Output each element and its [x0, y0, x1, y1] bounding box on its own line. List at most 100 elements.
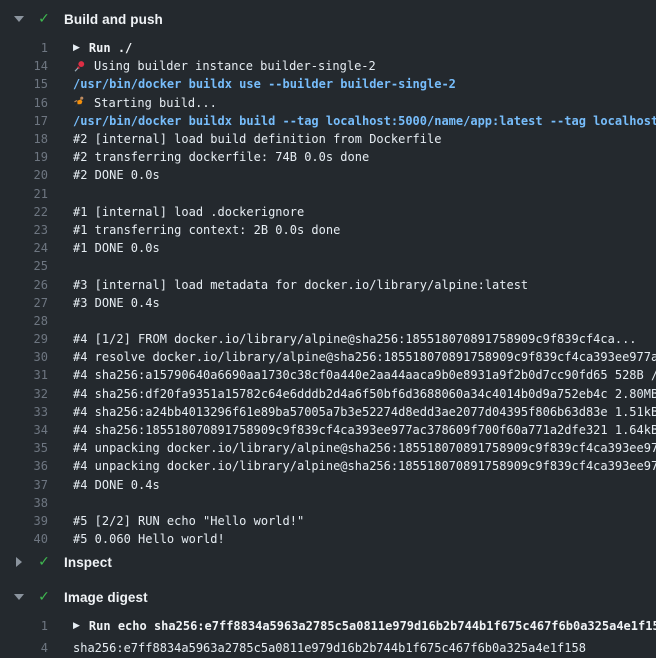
- line-number[interactable]: 4: [0, 641, 48, 655]
- line-text: #1 [internal] load .dockerignore: [73, 205, 304, 219]
- line-text-value: #2 DONE 0.0s: [73, 168, 160, 182]
- check-icon: ✓: [36, 589, 52, 605]
- line-number[interactable]: 27: [0, 296, 48, 310]
- line-text-value: #1 [internal] load .dockerignore: [73, 205, 304, 219]
- log-line: 4sha256:e7ff8834a5963a2785c5a0811e979d16…: [0, 637, 656, 658]
- section-build-and-push: ✓ Build and push 1 ▶ Run ./ 14 Using builder…: [0, 0, 656, 548]
- chevron-down-icon[interactable]: [13, 13, 25, 25]
- line-text-value: #4 [1/2] FROM docker.io/library/alpine@s…: [73, 332, 637, 346]
- log-line: 26#3 [internal] load metadata for docker…: [0, 275, 656, 293]
- line-text-value: #4 resolve docker.io/library/alpine@sha2…: [73, 350, 656, 364]
- line-number[interactable]: 23: [0, 223, 48, 237]
- section-header-image-digest[interactable]: ✓ Image digest: [0, 587, 656, 607]
- line-number[interactable]: 34: [0, 423, 48, 437]
- line-text-value: #4 sha256:a24bb4013296f61e89ba57005a7b3e…: [73, 405, 656, 419]
- line-number[interactable]: 39: [0, 514, 48, 528]
- line-text: #2 DONE 0.0s: [73, 168, 160, 182]
- line-number[interactable]: 37: [0, 478, 48, 492]
- log-line: 18 #2 [internal] load build definition fr…: [0, 130, 656, 148]
- line-text: #4 unpacking docker.io/library/alpine@sh…: [73, 459, 656, 473]
- log-line: 40 #5 0.060 Hello world!: [0, 530, 656, 548]
- line-number[interactable]: 38: [0, 496, 48, 510]
- log-line: 17/usr/bin/docker buildx build --tag loc…: [0, 112, 656, 130]
- log-line: 28: [0, 312, 656, 330]
- log-line: 34 #4 sha256:185518070891758909c9f839cf4c…: [0, 421, 656, 439]
- line-number[interactable]: 40: [0, 532, 48, 546]
- line-number[interactable]: 15: [0, 77, 48, 91]
- line-text-value: Run ./: [89, 41, 132, 55]
- line-number[interactable]: 36: [0, 459, 48, 473]
- section-inspect: ✓ Inspect: [0, 552, 656, 572]
- line-text: Using builder instance builder-single-2: [73, 59, 376, 73]
- check-icon: ✓: [36, 11, 52, 27]
- line-text-value: #4 sha256:a15790640a6690aa1730c38cf0a440…: [73, 368, 656, 382]
- line-number[interactable]: 25: [0, 259, 48, 273]
- log-line: 37 #4 DONE 0.4s: [0, 476, 656, 494]
- line-text-value: #3 DONE 0.4s: [73, 296, 160, 310]
- play-icon[interactable]: ▶: [73, 621, 80, 631]
- line-text-value: #4 DONE 0.4s: [73, 478, 160, 492]
- line-text: #5 [2/2] RUN echo "Hello world!": [73, 514, 304, 528]
- log-line: 38: [0, 494, 656, 512]
- line-text: ▶ Run ./: [73, 41, 132, 55]
- line-text: #2 [internal] load build definition from…: [73, 132, 441, 146]
- line-text: /usr/bin/docker buildx use --builder bui…: [73, 77, 456, 91]
- log-line: 1 ▶ Run ./: [0, 39, 656, 57]
- line-number[interactable]: 16: [0, 96, 48, 110]
- line-text: /usr/bin/docker buildx build --tag local…: [73, 114, 656, 128]
- log-line: 29 #4 [1/2] FROM docker.io/library/alpine…: [0, 330, 656, 348]
- line-number[interactable]: 32: [0, 387, 48, 401]
- log-line: 30 #4 resolve docker.io/library/alpine@sh…: [0, 348, 656, 366]
- line-text-value: #2 transferring dockerfile: 74B 0.0s don…: [73, 150, 369, 164]
- log-line: 23 #1 transferring context: 2B 0.0s done: [0, 221, 656, 239]
- log-line: 15/usr/bin/docker buildx use --builder b…: [0, 75, 656, 93]
- log-line: 24 #1 DONE 0.0s: [0, 239, 656, 257]
- line-number[interactable]: 21: [0, 187, 48, 201]
- pushpin-icon: [73, 60, 86, 73]
- line-text: #4 sha256:185518070891758909c9f839cf4ca3…: [73, 423, 656, 437]
- line-number[interactable]: 24: [0, 241, 48, 255]
- line-number[interactable]: 1: [0, 41, 48, 55]
- line-text-value: Run echo sha256:e7ff8834a5963a2785c5a081…: [89, 619, 656, 633]
- line-text-value: #5 0.060 Hello world!: [73, 532, 225, 546]
- section-header-build-and-push[interactable]: ✓ Build and push: [0, 0, 656, 29]
- line-text: #4 [1/2] FROM docker.io/library/alpine@s…: [73, 332, 637, 346]
- line-number[interactable]: 30: [0, 350, 48, 364]
- line-text: #4 unpacking docker.io/library/alpine@sh…: [73, 441, 656, 455]
- log-line: 14 Using builder instance builder-single-…: [0, 57, 656, 75]
- line-number[interactable]: 14: [0, 59, 48, 73]
- line-text: #4 sha256:df20fa9351a15782c64e6dddb2d4a6…: [73, 387, 656, 401]
- line-text-value: #1 transferring context: 2B 0.0s done: [73, 223, 340, 237]
- line-text: #1 DONE 0.0s: [73, 241, 160, 255]
- line-number[interactable]: 31: [0, 368, 48, 382]
- workflow-log-viewer: ✓ Build and push 1▶Run ./14Using builder…: [0, 0, 656, 658]
- log-lines: 1 ▶ Run ./ 14 Using builder instance builder…: [0, 39, 656, 548]
- line-number[interactable]: 22: [0, 205, 48, 219]
- line-text-value: #5 [2/2] RUN echo "Hello world!": [73, 514, 304, 528]
- line-text: ▶ Run echo sha256:e7ff8834a5963a2785c5a08…: [73, 619, 656, 633]
- line-text: #1 transferring context: 2B 0.0s done: [73, 223, 340, 237]
- line-number[interactable]: 1: [0, 619, 48, 633]
- log-line: 36 #4 unpacking docker.io/library/alpine@…: [0, 457, 656, 475]
- line-text: #5 0.060 Hello world!: [73, 532, 225, 546]
- line-number[interactable]: 19: [0, 150, 48, 164]
- play-icon[interactable]: ▶: [73, 43, 80, 53]
- line-text: #4 sha256:a24bb4013296f61e89ba57005a7b3e…: [73, 405, 656, 419]
- line-text: #2 transferring dockerfile: 74B 0.0s don…: [73, 150, 369, 164]
- line-text-value: #4 unpacking docker.io/library/alpine@sh…: [73, 441, 656, 455]
- line-number[interactable]: 26: [0, 278, 48, 292]
- chevron-right-icon[interactable]: [13, 556, 25, 568]
- log-line: 32 #4 sha256:df20fa9351a15782c64e6dddb2d4…: [0, 385, 656, 403]
- line-number[interactable]: 18: [0, 132, 48, 146]
- line-number[interactable]: 28: [0, 314, 48, 328]
- chevron-down-icon[interactable]: [13, 591, 25, 603]
- line-number[interactable]: 29: [0, 332, 48, 346]
- line-number[interactable]: 35: [0, 441, 48, 455]
- section-title: Inspect: [64, 555, 112, 570]
- line-text-value: Using builder instance builder-single-2: [94, 59, 376, 73]
- line-number[interactable]: 33: [0, 405, 48, 419]
- line-number[interactable]: 20: [0, 168, 48, 182]
- line-number[interactable]: 17: [0, 114, 48, 128]
- line-text-value: Starting build...: [94, 96, 217, 110]
- section-header-inspect[interactable]: ✓ Inspect: [0, 552, 656, 572]
